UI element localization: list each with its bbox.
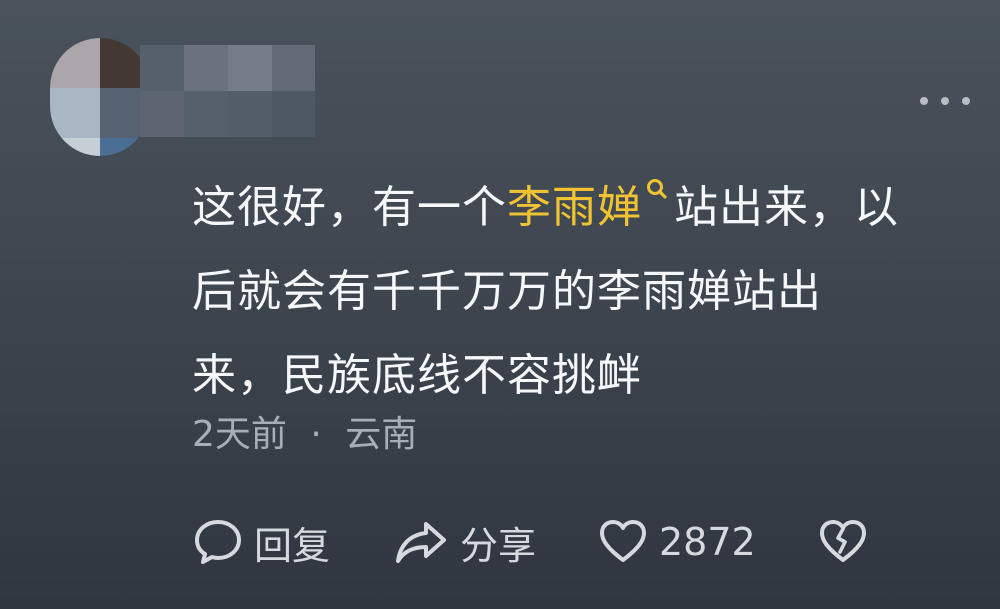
more-dot — [941, 97, 949, 105]
heart-icon — [597, 516, 649, 568]
more-dot — [962, 97, 970, 105]
comment-text-part: 这很好，有一个 — [192, 182, 507, 233]
avatar[interactable] — [50, 38, 150, 156]
search-icon[interactable] — [646, 148, 668, 199]
comment-meta: 2天前 · 云南 — [192, 405, 417, 457]
more-icon[interactable] — [920, 96, 970, 106]
reply-icon — [192, 516, 244, 568]
dislike-button[interactable] — [817, 512, 869, 572]
comment-line-1: 这很好，有一个李雨婵 站出来，以 — [192, 148, 982, 250]
comment-text: 这很好，有一个李雨婵 站出来，以 后就会有千千万万的李雨婵站出 来，民族底线不容挑… — [192, 148, 982, 418]
share-button[interactable]: 分享 — [392, 512, 536, 572]
comment-location: 云南 — [345, 414, 418, 455]
share-icon — [392, 516, 450, 568]
meta-separator: · — [310, 414, 322, 455]
action-bar: 回复 分享 2872 — [192, 512, 892, 572]
share-label: 分享 — [460, 523, 537, 568]
more-dot — [920, 97, 928, 105]
like-count: 2872 — [659, 520, 756, 564]
username-mosaic[interactable] — [140, 45, 315, 137]
comment-line-2: 后就会有千千万万的李雨婵站出 — [192, 266, 822, 317]
comment-time: 2天前 — [192, 414, 287, 455]
like-button[interactable]: 2872 — [597, 512, 756, 572]
keyword-link[interactable]: 李雨婵 — [507, 182, 642, 233]
reply-label: 回复 — [254, 523, 331, 568]
comment-text-part: 站出来，以 — [674, 182, 899, 233]
broken-heart-icon — [817, 516, 869, 568]
comment-card: 这很好，有一个李雨婵 站出来，以 后就会有千千万万的李雨婵站出 来，民族底线不容挑… — [0, 0, 1000, 609]
reply-button[interactable]: 回复 — [192, 512, 330, 572]
